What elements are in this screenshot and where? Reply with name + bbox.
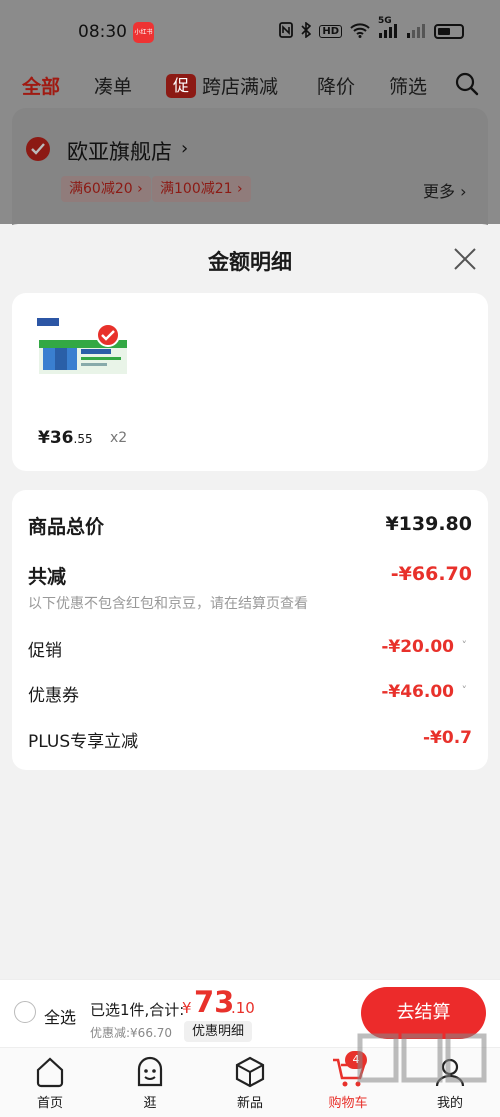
discount-detail-button[interactable]: 优惠明细	[184, 1021, 253, 1042]
sheet-title: 金额明细	[208, 250, 292, 274]
product-quantity: x2	[110, 430, 128, 446]
nav-new[interactable]: 新品	[215, 1047, 285, 1115]
store-chevron-icon: ›	[181, 138, 189, 159]
plus-discount-value: -¥0.7	[423, 728, 472, 748]
coupon-value[interactable]: -¥46.00	[381, 682, 454, 702]
total-price-label: 商品总价	[28, 516, 105, 538]
chevron-down-icon[interactable]: ˅	[462, 684, 468, 697]
nfc-icon	[279, 22, 294, 41]
select-all-checkbox[interactable]	[14, 1001, 36, 1023]
box-icon	[235, 1056, 265, 1088]
coupon-label: 优惠券	[28, 686, 79, 706]
store-checkbox-icon[interactable]	[26, 137, 50, 161]
total-reduction-value: -¥66.70	[390, 563, 472, 585]
tab-all[interactable]: 全部	[22, 72, 60, 99]
total-amount-int: 73	[194, 985, 235, 1019]
select-all-label[interactable]: 全选	[44, 1004, 76, 1028]
nav-explore-label: 逛	[143, 1096, 157, 1111]
total-amount-decimal: .10	[231, 999, 255, 1017]
close-icon[interactable]	[452, 246, 478, 272]
signal-icon	[406, 23, 426, 41]
signal-5g-icon: 5G	[378, 16, 398, 41]
product-price: ¥36.55	[38, 428, 93, 448]
bluetooth-icon	[301, 21, 312, 41]
product-checkbox-icon[interactable]	[96, 323, 120, 347]
promotion-value[interactable]: -¥20.00	[381, 637, 454, 657]
promo-badge-icon: 促	[166, 73, 196, 98]
discount-amount-text: 优惠减:¥66.70	[90, 1026, 173, 1040]
watermark-logo	[330, 1028, 495, 1113]
plus-discount-label: PLUS专享立减	[28, 732, 139, 752]
tab-cross-store-label: 跨店满减	[202, 76, 279, 98]
nav-home[interactable]: 首页	[15, 1047, 85, 1115]
store-card	[12, 108, 488, 238]
product-price-decimal: .55	[73, 432, 93, 446]
tab-cross-store-discount[interactable]: 促 跨店满减	[166, 72, 278, 99]
more-coupons-link[interactable]: 更多 ›	[423, 178, 467, 202]
home-icon	[36, 1057, 64, 1088]
total-price-value: ¥139.80	[385, 513, 472, 535]
tab-filter[interactable]: 筛选	[389, 72, 427, 99]
selected-count-text: 已选1件,合计:	[90, 1001, 185, 1019]
total-currency: ¥	[182, 999, 192, 1017]
reduction-note: 以下优惠不包含红包和京豆，请在结算页查看	[28, 596, 308, 612]
tab-price-drop[interactable]: 降价	[317, 72, 355, 99]
store-name[interactable]: 欧亚旗舰店	[67, 136, 172, 166]
tab-coudan[interactable]: 凑单	[94, 72, 132, 99]
nav-new-label: 新品	[236, 1096, 263, 1111]
nav-explore[interactable]: 逛	[115, 1047, 185, 1115]
chevron-down-icon[interactable]: ˅	[462, 639, 468, 652]
coupon-tag[interactable]: 满100减21 ›	[152, 176, 251, 202]
wifi-icon	[350, 22, 370, 41]
coupon-tag[interactable]: 满60减20 ›	[61, 176, 151, 202]
face-icon	[137, 1056, 163, 1087]
hd-icon: HD	[319, 25, 342, 38]
app-notification-badge: 小红书	[133, 22, 154, 43]
promotion-label: 促销	[28, 641, 62, 661]
total-reduction-label: 共减	[28, 566, 67, 588]
nav-home-label: 首页	[36, 1096, 63, 1111]
cart-filter-tabs: 全部 凑单 促 跨店满减 降价 筛选	[22, 72, 442, 100]
status-icons: HD 5G	[279, 16, 464, 41]
status-time: 08:30	[78, 22, 127, 42]
battery-icon	[434, 24, 464, 39]
product-price-main: ¥36	[38, 428, 74, 448]
search-icon[interactable]	[455, 72, 479, 96]
